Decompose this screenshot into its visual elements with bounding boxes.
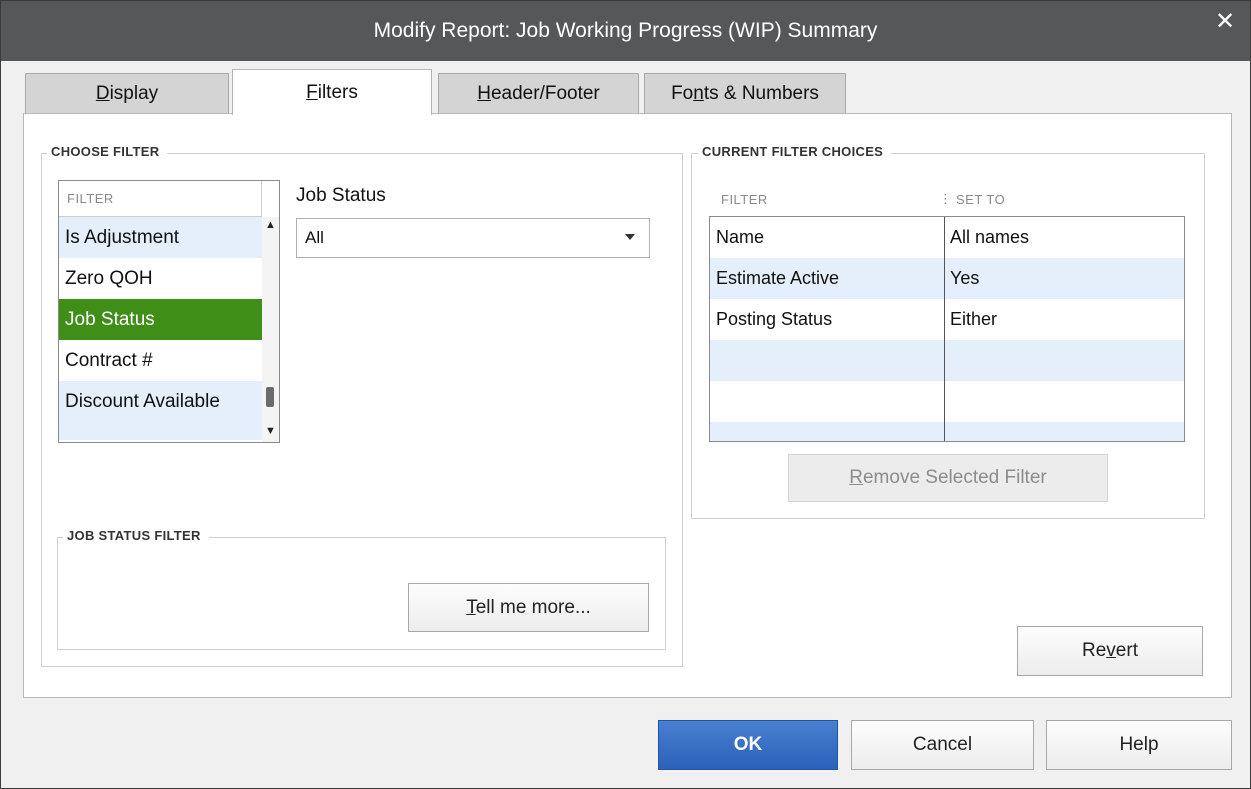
list-item-contract-number[interactable]: Contract #	[59, 340, 262, 381]
column-divider	[944, 217, 945, 441]
table-cell-set-to: Yes	[950, 268, 980, 288]
chevron-down-icon	[625, 234, 635, 240]
table-row[interactable]: Estimate Active Yes	[710, 258, 1184, 299]
help-button[interactable]: Help	[1046, 720, 1232, 770]
current-filter-table[interactable]: Name All names Estimate Active Yes Posti…	[709, 216, 1185, 442]
tab-header-footer-label: Header/Footer	[477, 82, 600, 104]
table-cell-set-to: All names	[950, 227, 1030, 247]
tab-filters[interactable]: Filters	[232, 69, 432, 115]
tab-display-label: Display	[95, 82, 159, 104]
revert-button[interactable]: Revert	[1017, 626, 1203, 676]
dialog-title: Modify Report: Job Working Progress (WIP…	[373, 19, 878, 42]
remove-selected-filter-button[interactable]: Remove Selected Filter	[788, 454, 1108, 502]
table-cell-filter: Estimate Active	[716, 268, 840, 288]
title-bar: Modify Report: Job Working Progress (WIP…	[1, 1, 1250, 61]
scroll-thumb[interactable]	[266, 387, 274, 407]
job-status-value: All	[305, 228, 324, 247]
choose-filter-label: CHOOSE FILTER	[47, 144, 168, 159]
modify-report-dialog: Modify Report: Job Working Progress (WIP…	[0, 0, 1251, 789]
table-row[interactable]: Posting Status Either	[710, 299, 1184, 340]
list-item-discount-available[interactable]: Discount Available	[59, 381, 262, 422]
tell-me-more-button[interactable]: Tell me more...	[408, 583, 649, 632]
tab-fonts-numbers-label: Fonts & Numbers	[671, 82, 819, 104]
job-status-select[interactable]: All	[296, 218, 650, 258]
table-row	[710, 422, 1184, 441]
current-filter-choices-label: CURRENT FILTER CHOICES	[698, 144, 892, 159]
filter-list-header: FILTER	[59, 181, 262, 217]
remove-selected-filter-label: Remove Selected Filter	[849, 467, 1047, 488]
tab-display[interactable]: Display	[25, 73, 229, 113]
table-cell-set-to: Either	[950, 309, 998, 329]
close-icon[interactable]: ✕	[1214, 10, 1236, 34]
tab-filters-label: Filters	[306, 81, 358, 103]
filter-list-scrollbar[interactable]: ▲ ▼	[262, 217, 279, 442]
table-row	[710, 340, 1184, 381]
ok-button[interactable]: OK	[658, 720, 838, 770]
list-item-job-status[interactable]: Job Status	[59, 299, 262, 340]
revert-label: Revert	[1082, 640, 1138, 661]
filter-list[interactable]: FILTER Is Adjustment Zero QOH Job Status…	[58, 180, 280, 443]
table-cell-filter: Posting Status	[716, 309, 833, 329]
current-filter-col-set-to: SET TO	[956, 191, 1006, 207]
tell-me-more-label: Tell me more...	[466, 596, 591, 618]
table-row	[710, 381, 1184, 422]
list-item-zero-qoh[interactable]: Zero QOH	[59, 258, 262, 299]
job-status-label: Job Status	[296, 185, 386, 206]
scroll-up-icon[interactable]: ▲	[265, 219, 276, 231]
job-status-filter-label: JOB STATUS FILTER	[63, 528, 209, 543]
scroll-down-icon[interactable]: ▼	[265, 425, 276, 437]
table-row[interactable]: Name All names	[710, 217, 1184, 258]
tab-header-footer[interactable]: Header/Footer	[438, 73, 639, 113]
list-item-is-adjustment[interactable]: Is Adjustment	[59, 217, 262, 258]
column-resize-handle[interactable]: ⋮	[939, 185, 953, 213]
current-filter-col-filter: FILTER	[721, 191, 768, 207]
tab-fonts-numbers[interactable]: Fonts & Numbers	[644, 73, 846, 113]
cancel-button[interactable]: Cancel	[851, 720, 1034, 770]
table-cell-filter: Name	[716, 227, 765, 247]
